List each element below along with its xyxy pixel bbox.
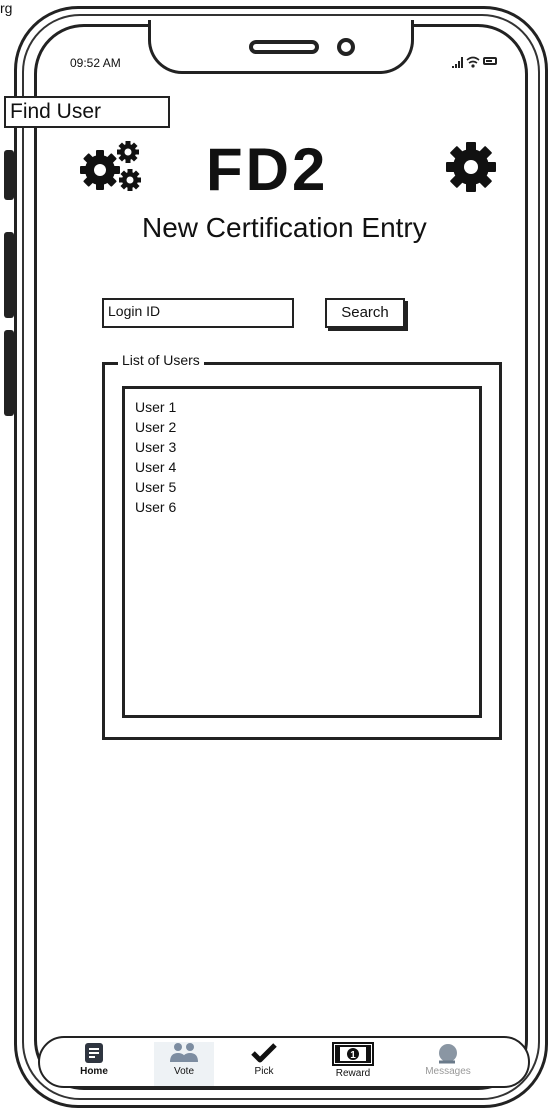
checkmark-icon	[251, 1043, 277, 1063]
tab-home[interactable]: Home	[64, 1042, 124, 1077]
tab-label-messages: Messages	[425, 1066, 471, 1077]
login-id-input[interactable]: Login ID	[102, 298, 294, 328]
tab-pick[interactable]: Pick	[234, 1042, 294, 1077]
search-button[interactable]: Search	[325, 298, 405, 328]
svg-text:1: 1	[350, 1050, 356, 1061]
list-item[interactable]: User 3	[135, 437, 469, 457]
list-item[interactable]: User 6	[135, 497, 469, 517]
settings-gears-icon[interactable]	[78, 140, 144, 194]
speaker-grille	[249, 40, 319, 54]
tab-label-home: Home	[80, 1066, 108, 1077]
users-group-legend: List of Users	[118, 352, 204, 368]
page-subtitle: New Certification Entry	[142, 212, 427, 243]
tab-vote[interactable]: Vote	[154, 1042, 214, 1086]
users-list[interactable]: User 1 User 2 User 3 User 4 User 5 User …	[122, 386, 482, 718]
settings-gear-icon[interactable]	[444, 140, 498, 194]
list-item[interactable]: User 4	[135, 457, 469, 477]
tab-label-pick: Pick	[254, 1066, 274, 1077]
banknote-icon: 1	[332, 1042, 374, 1066]
tab-messages[interactable]: Messages	[418, 1042, 478, 1077]
chat-icon	[439, 1044, 457, 1064]
status-time: 09:52 AM	[70, 56, 121, 70]
corner-text: rg	[0, 0, 13, 16]
signal-wifi-icon	[452, 55, 480, 69]
volume-down-button	[4, 330, 14, 416]
tab-label-reward: Reward	[335, 1068, 371, 1079]
tab-reward[interactable]: 1 Reward	[323, 1042, 383, 1079]
mute-switch	[4, 150, 14, 200]
home-icon	[85, 1043, 103, 1063]
list-item[interactable]: User 2	[135, 417, 469, 437]
list-item[interactable]: User 1	[135, 397, 469, 417]
camera-lens	[337, 38, 355, 56]
people-icon	[170, 1043, 198, 1062]
volume-up-button	[4, 232, 14, 318]
page-title: FD2	[206, 136, 329, 203]
tab-label-vote: Vote	[173, 1066, 195, 1077]
list-item[interactable]: User 5	[135, 477, 469, 497]
find-user-label: Find User	[4, 96, 170, 128]
battery-icon	[483, 57, 497, 65]
